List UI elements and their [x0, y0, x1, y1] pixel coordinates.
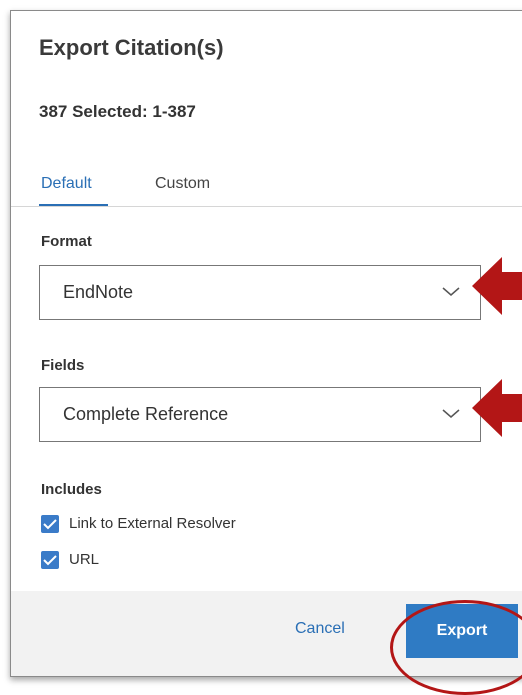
red-arrow-icon — [472, 257, 522, 315]
tab-default[interactable]: Default — [41, 175, 92, 193]
fields-select[interactable]: Complete Reference — [39, 387, 481, 442]
checkmark-icon[interactable] — [41, 551, 59, 569]
checkmark-icon[interactable] — [41, 515, 59, 533]
checkbox-label: URL — [69, 551, 100, 568]
includes-label: Includes — [41, 481, 102, 498]
format-select-value: EndNote — [63, 282, 134, 302]
export-citations-dialog: Export Citation(s) 387 Selected: 1-387 D… — [10, 10, 522, 677]
format-label: Format — [41, 233, 92, 250]
fields-select-value: Complete Reference — [63, 404, 229, 424]
format-select[interactable]: EndNote — [39, 265, 481, 320]
dialog-title: Export Citation(s) — [39, 35, 224, 60]
checkbox-label: Link to External Resolver — [69, 515, 236, 532]
selection-summary: 387 Selected: 1-387 — [39, 102, 196, 121]
red-arrow-icon — [472, 379, 522, 437]
fields-label: Fields — [41, 357, 85, 374]
export-button[interactable]: Export — [406, 604, 518, 658]
cancel-button[interactable]: Cancel — [295, 620, 345, 638]
chevron-down-icon — [442, 409, 460, 418]
tab-custom[interactable]: Custom — [155, 175, 210, 193]
chevron-down-icon — [442, 287, 460, 296]
tab-divider — [11, 206, 522, 207]
